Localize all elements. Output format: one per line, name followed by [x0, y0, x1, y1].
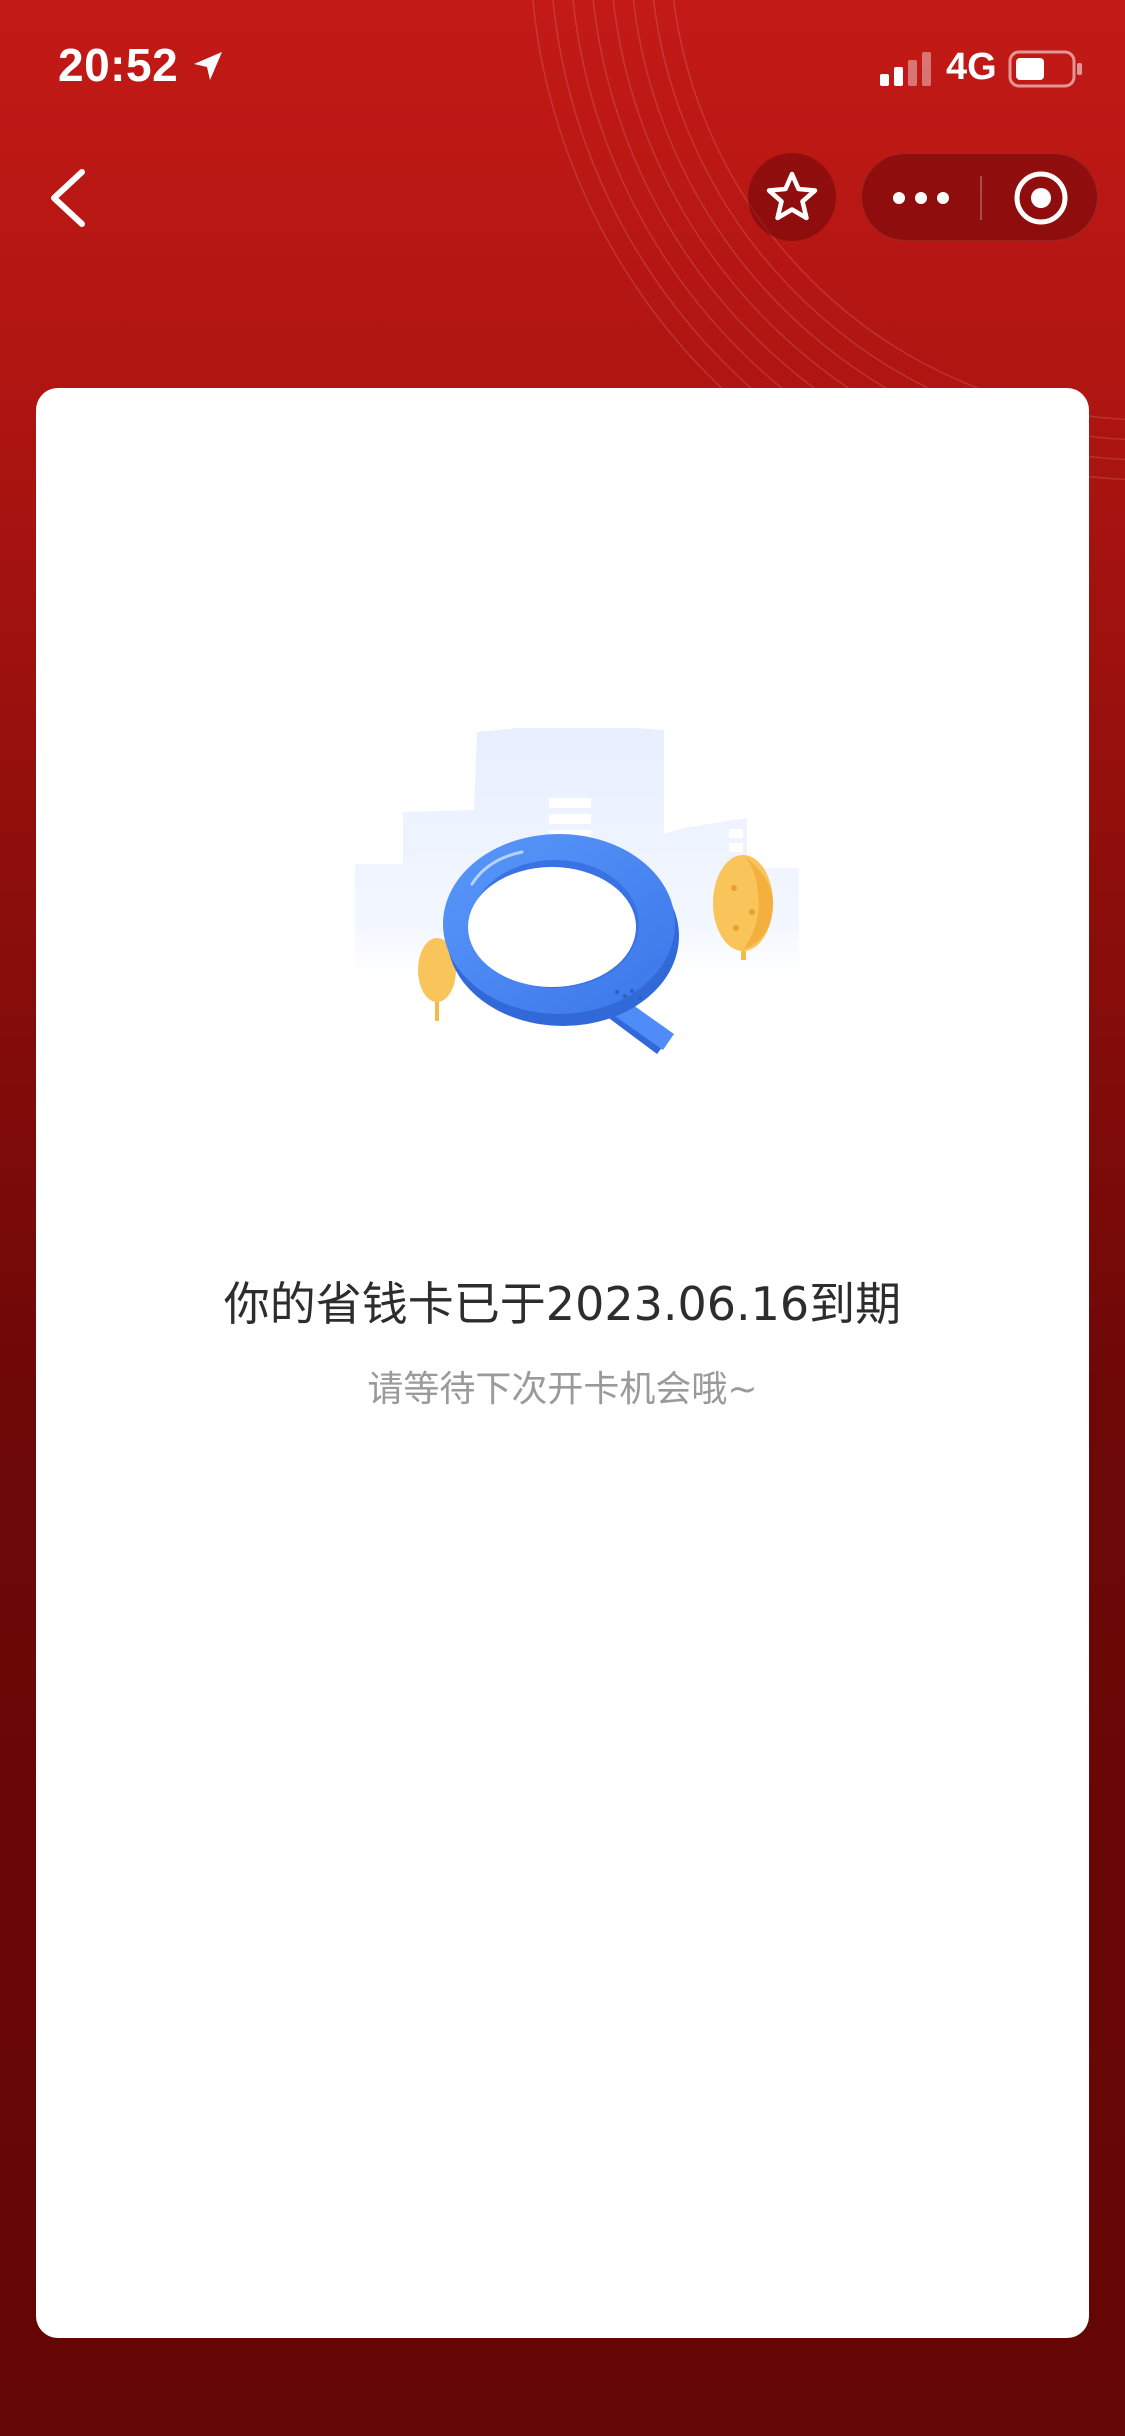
- location-arrow-icon: [194, 52, 222, 80]
- back-button[interactable]: [40, 158, 100, 238]
- status-bar: 20:52 4G: [0, 0, 1125, 135]
- wait-hint: 请等待下次开卡机会哦~: [367, 1369, 758, 1410]
- status-time: 20:52: [58, 39, 179, 91]
- favorite-button[interactable]: [748, 153, 836, 241]
- more-dots-icon: [893, 192, 949, 204]
- close-target-icon: [1014, 171, 1067, 225]
- main-card: 你的省钱卡已于2023.06.16到期 请等待下次开卡机会哦~: [36, 388, 1089, 2338]
- expiry-message: 你的省钱卡已于2023.06.16到期: [223, 1277, 902, 1331]
- more-button[interactable]: [862, 154, 980, 242]
- signal-icon: [880, 52, 931, 86]
- back-chevron-icon: [51, 169, 85, 227]
- battery-icon: [1008, 50, 1082, 88]
- mini-program-capsule: [861, 153, 1098, 241]
- network-label: 4G: [946, 46, 997, 88]
- close-button[interactable]: [982, 154, 1099, 242]
- empty-search-illustration: [355, 728, 799, 1054]
- star-icon: [766, 171, 818, 221]
